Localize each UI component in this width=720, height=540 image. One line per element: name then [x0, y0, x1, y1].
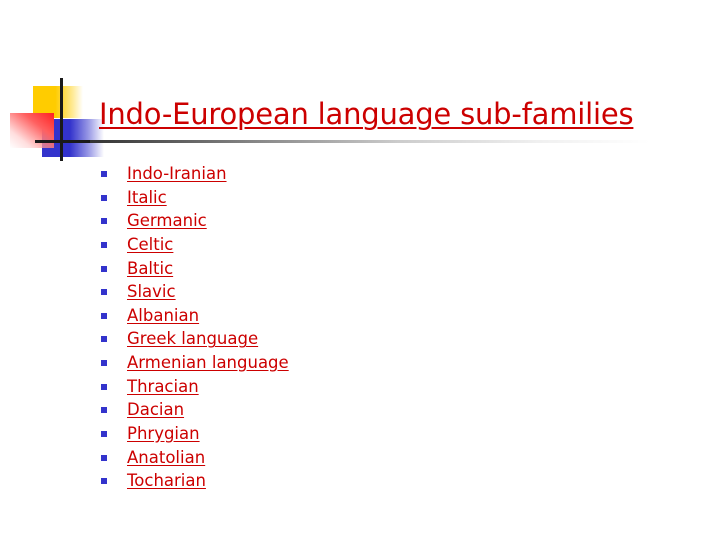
square-bullet-icon: [101, 265, 107, 272]
list-item: Dacian: [99, 398, 289, 422]
slide-title[interactable]: Indo-European language sub-families: [99, 97, 634, 131]
list-item: Phrygian: [99, 422, 289, 446]
list-item: Thracian: [99, 375, 289, 399]
subfamily-link[interactable]: Albanian: [127, 306, 199, 325]
subfamily-link[interactable]: Phrygian: [127, 424, 200, 443]
square-bullet-icon: [101, 431, 107, 438]
square-bullet-icon: [101, 360, 107, 367]
list-item: Albanian: [99, 304, 289, 328]
decorative-horizontal-line: [35, 140, 95, 143]
list-item: Baltic: [99, 257, 289, 281]
subfamily-link[interactable]: Dacian: [127, 400, 184, 419]
subfamily-link[interactable]: Celtic: [127, 235, 173, 254]
title-divider: [90, 140, 650, 143]
subfamily-link[interactable]: Tocharian: [127, 471, 206, 490]
subfamily-link[interactable]: Anatolian: [127, 448, 205, 467]
list-item: Greek language: [99, 327, 289, 351]
square-bullet-icon: [101, 241, 107, 248]
subfamily-link[interactable]: Italic: [127, 188, 167, 207]
square-bullet-icon: [101, 312, 107, 319]
square-bullet-icon: [101, 383, 107, 390]
subfamily-link[interactable]: Thracian: [127, 377, 199, 396]
subfamily-list: Indo-Iranian Italic Germanic Celtic Balt…: [99, 162, 289, 493]
square-bullet-icon: [101, 218, 107, 225]
decorative-vertical-line: [60, 78, 63, 161]
list-item: Italic: [99, 186, 289, 210]
subfamily-link[interactable]: Greek language: [127, 329, 258, 348]
list-item: Indo-Iranian: [99, 162, 289, 186]
subfamily-link[interactable]: Germanic: [127, 211, 207, 230]
list-item: Slavic: [99, 280, 289, 304]
subfamily-link[interactable]: Baltic: [127, 259, 173, 278]
subfamily-link[interactable]: Slavic: [127, 282, 176, 301]
square-bullet-icon: [101, 194, 107, 201]
list-item: Tocharian: [99, 469, 289, 493]
square-bullet-icon: [101, 289, 107, 296]
list-item: Armenian language: [99, 351, 289, 375]
subfamily-link[interactable]: Indo-Iranian: [127, 164, 227, 183]
list-item: Germanic: [99, 209, 289, 233]
list-item: Celtic: [99, 233, 289, 257]
square-bullet-icon: [101, 454, 107, 461]
square-bullet-icon: [101, 478, 107, 485]
subfamily-link[interactable]: Armenian language: [127, 353, 289, 372]
square-bullet-icon: [101, 171, 107, 177]
list-item: Anatolian: [99, 446, 289, 470]
square-bullet-icon: [101, 407, 107, 414]
square-bullet-icon: [101, 336, 107, 343]
